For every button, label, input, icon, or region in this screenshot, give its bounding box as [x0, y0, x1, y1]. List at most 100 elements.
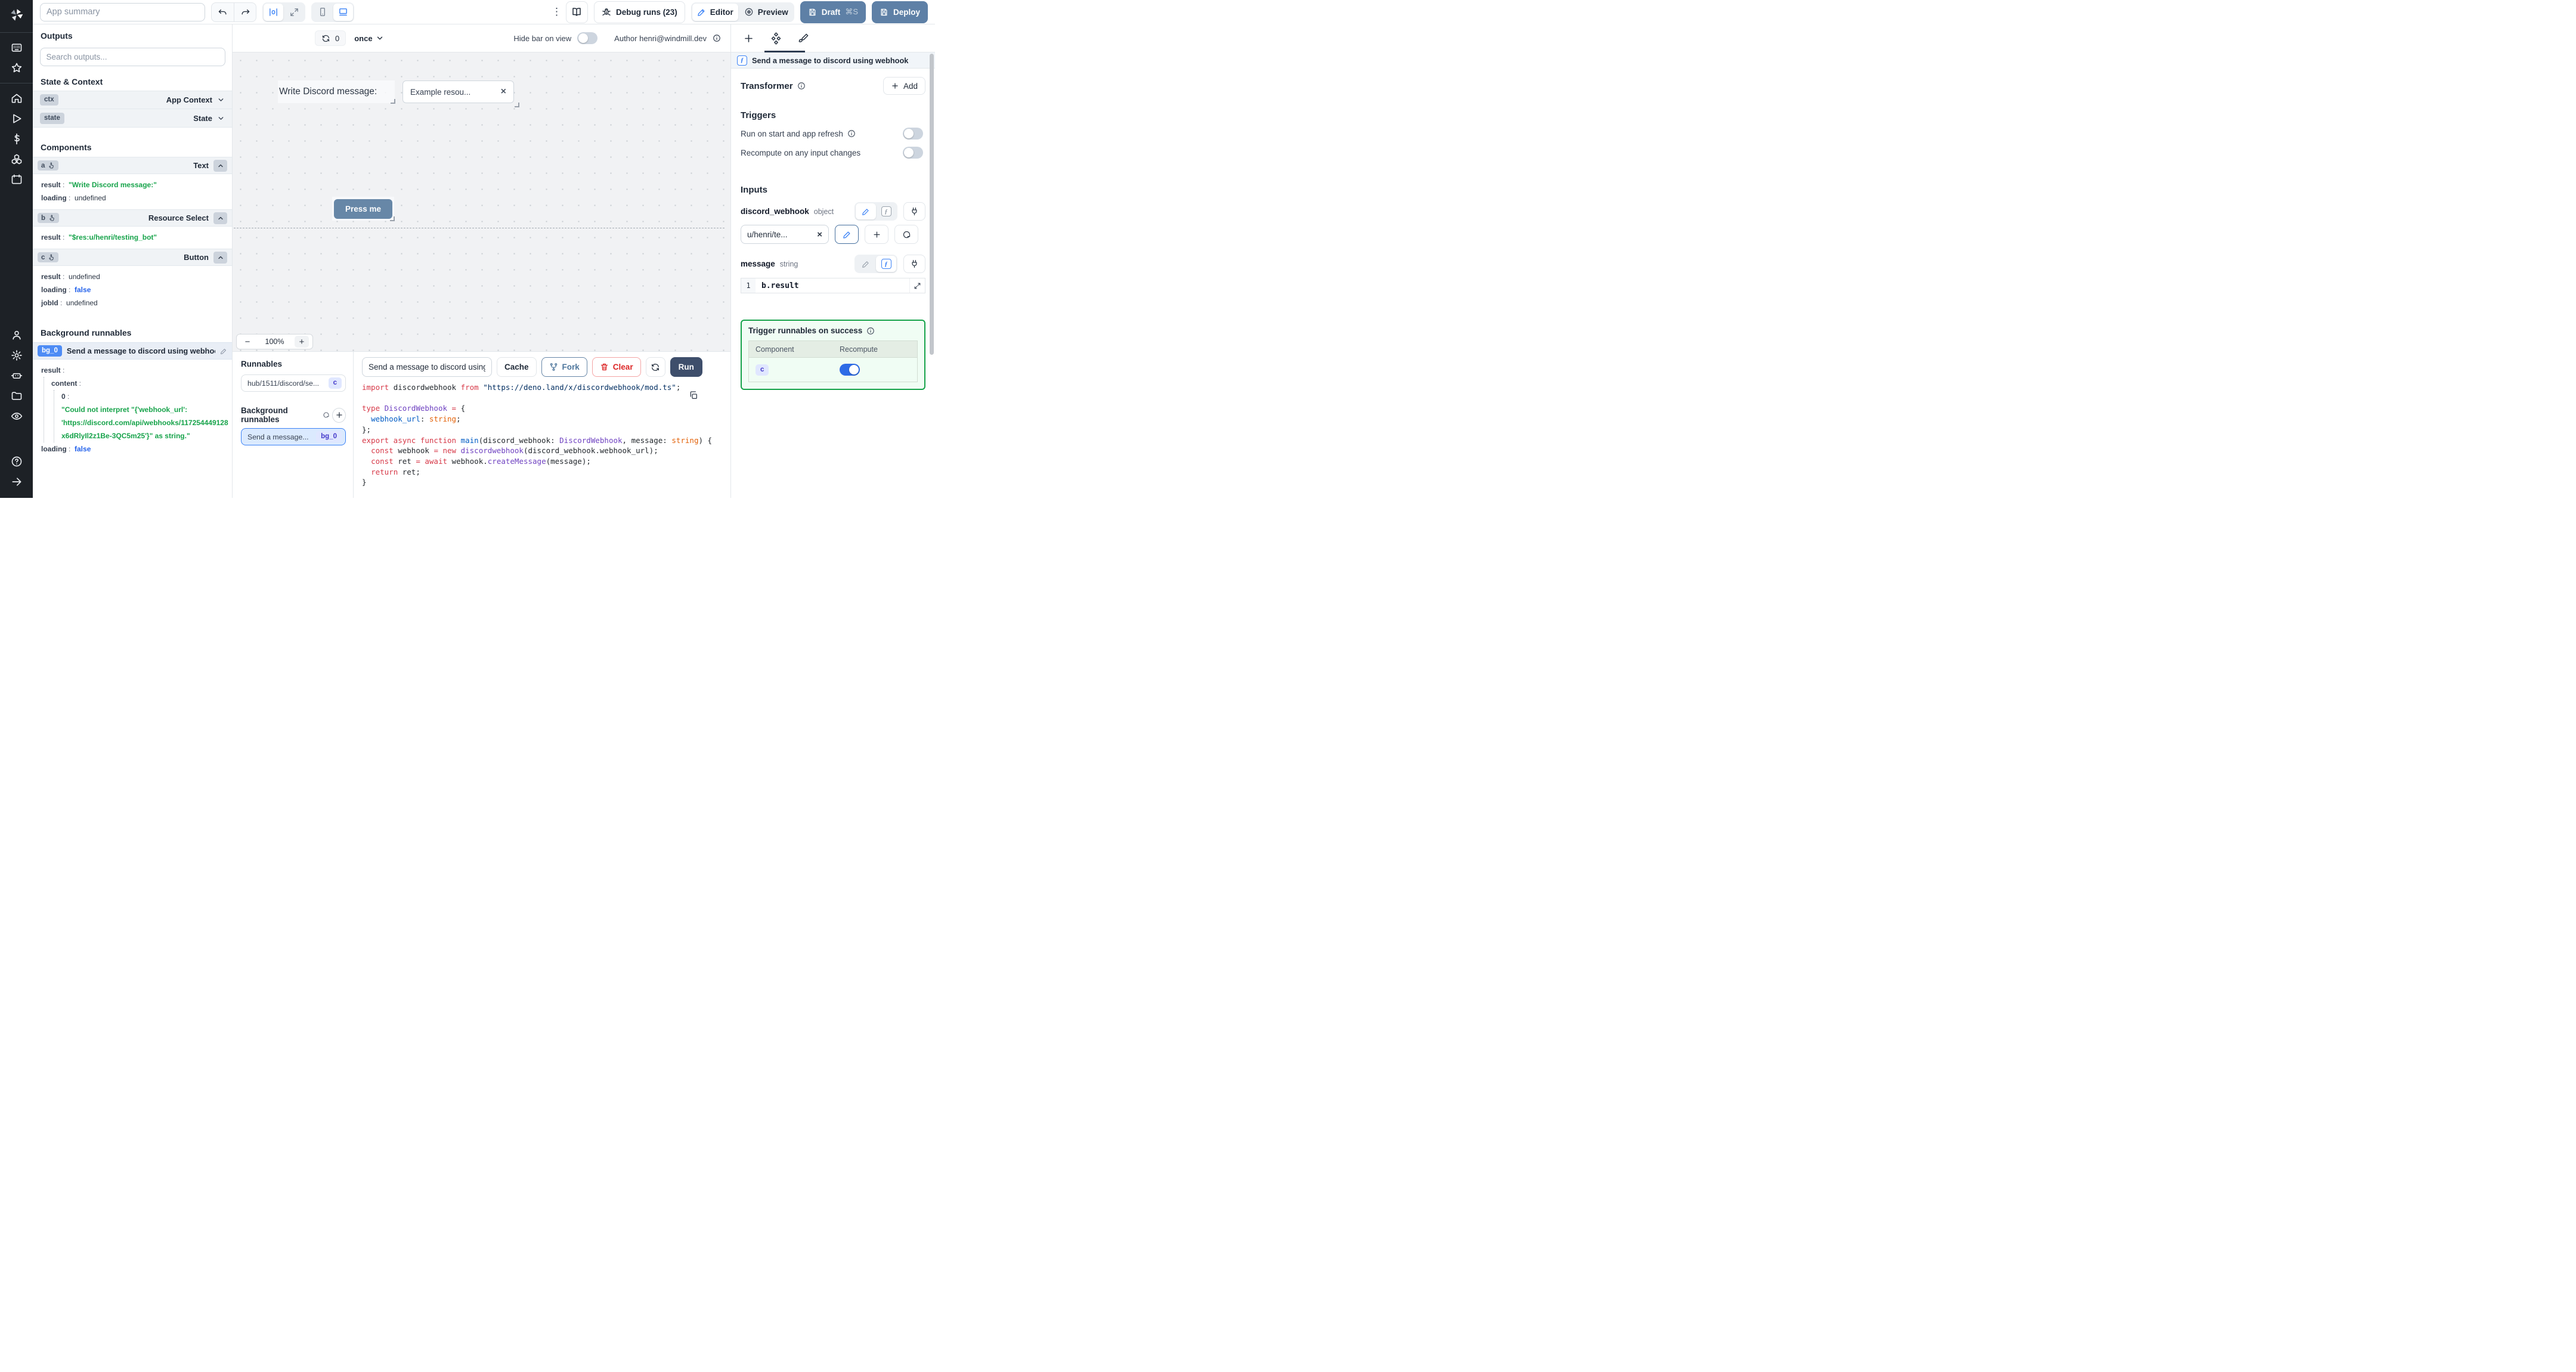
resize-handle[interactable] — [390, 216, 395, 221]
search-outputs-input[interactable] — [39, 48, 225, 66]
redo-button[interactable] — [234, 2, 256, 21]
collapse-c-button[interactable] — [213, 251, 227, 264]
text-component[interactable]: Write Discord message: — [278, 80, 395, 104]
windmill-logo-icon[interactable] — [5, 5, 28, 25]
center-layout-button[interactable] — [264, 3, 283, 21]
button-component[interactable]: Press me — [332, 197, 395, 221]
refresh-mode-dropdown[interactable]: once — [354, 34, 383, 43]
tab-preview[interactable]: Preview — [739, 4, 793, 21]
run-button[interactable]: Run — [670, 357, 702, 377]
component-b-header[interactable]: b Resource Select — [33, 209, 232, 227]
component-c-id[interactable]: c — [38, 252, 59, 262]
add-background-runnable-button[interactable] — [332, 407, 346, 423]
component-b-id[interactable]: b — [38, 213, 60, 223]
script-name-input[interactable] — [362, 357, 492, 377]
expand-editor-icon[interactable] — [909, 278, 925, 293]
cache-button[interactable]: Cache — [497, 357, 537, 377]
eval-fn-mode[interactable]: ƒ — [876, 203, 896, 219]
collapse-arrow-icon[interactable] — [5, 472, 28, 492]
code-editor[interactable]: import discordwebhook from "https://deno… — [362, 382, 723, 488]
tab-component-settings[interactable] — [770, 32, 782, 45]
fork-button[interactable]: Fork — [541, 357, 587, 377]
debug-runs-button[interactable]: Debug runs (23) — [593, 1, 685, 23]
collapse-a-button[interactable] — [213, 159, 227, 172]
add-transformer-button[interactable]: Add — [883, 77, 925, 95]
more-menu-button[interactable]: ⋮ — [552, 6, 562, 18]
clear-selection-icon[interactable]: × — [501, 86, 506, 97]
edit-pencil-icon[interactable] — [220, 348, 227, 355]
reload-script-button[interactable] — [645, 357, 665, 377]
connect-plug-button[interactable] — [903, 255, 925, 273]
hide-bar-toggle[interactable] — [577, 32, 598, 44]
app-canvas[interactable]: Write Discord message: Example resou... … — [233, 52, 730, 351]
workers-robot-icon[interactable] — [5, 366, 28, 386]
runs-icon[interactable] — [5, 109, 28, 129]
help-icon[interactable] — [5, 451, 28, 472]
users-icon[interactable] — [5, 325, 28, 345]
desktop-view-button[interactable] — [333, 3, 353, 21]
clear-button[interactable]: Clear — [592, 357, 641, 377]
apps-icon[interactable] — [5, 38, 28, 58]
tab-insert-component[interactable] — [743, 33, 754, 44]
scrollbar-thumb[interactable] — [930, 54, 934, 355]
resize-handle[interactable] — [515, 103, 519, 107]
info-icon[interactable] — [713, 34, 721, 42]
edit-resource-button[interactable] — [835, 225, 859, 244]
press-me-button[interactable]: Press me — [334, 199, 392, 219]
component-a-header[interactable]: a Text — [33, 157, 232, 174]
bg0-header[interactable]: bg_0 Send a message to discord using web… — [33, 342, 232, 360]
eval-fn-mode[interactable]: ƒ — [876, 256, 896, 272]
static-pencil-mode[interactable] — [856, 203, 876, 219]
app-summary-input[interactable] — [40, 2, 205, 21]
variables-icon[interactable] — [5, 129, 28, 149]
settings-gear-icon[interactable] — [5, 345, 28, 366]
mobile-view-button[interactable] — [312, 4, 332, 21]
refresh-count-button[interactable]: 0 — [315, 30, 346, 46]
home-icon[interactable] — [5, 88, 28, 109]
info-icon[interactable] — [866, 327, 875, 335]
refresh-resource-button[interactable] — [894, 225, 918, 244]
add-resource-button[interactable] — [865, 225, 888, 244]
clear-resource-icon[interactable]: × — [817, 230, 822, 240]
component-a-id[interactable]: a — [38, 160, 59, 171]
info-icon[interactable] — [797, 82, 806, 90]
undo-button[interactable] — [212, 3, 234, 21]
collapse-b-button[interactable] — [213, 212, 227, 224]
key: result — [41, 272, 69, 281]
static-pencil-mode[interactable] — [856, 256, 876, 272]
zoom-out-button[interactable]: − — [240, 336, 255, 348]
zoom-in-button[interactable]: + — [294, 336, 309, 348]
copy-code-icon[interactable] — [689, 391, 698, 402]
favorites-star-icon[interactable] — [5, 58, 28, 78]
resource-picker[interactable]: u/henri/te... × — [741, 225, 829, 244]
message-expression[interactable]: b.result — [756, 278, 909, 293]
resource-select-component[interactable]: Example resou... × — [402, 80, 519, 107]
tab-editor[interactable]: Editor — [692, 3, 738, 21]
refresh-icon — [321, 34, 330, 43]
run-on-start-toggle[interactable] — [903, 128, 923, 140]
resources-icon[interactable] — [5, 149, 28, 169]
info-icon[interactable] — [847, 129, 856, 138]
message-expression-editor[interactable]: 1 b.result — [741, 278, 925, 293]
chevron-down-icon[interactable] — [217, 96, 225, 104]
ctx-row[interactable]: ctx App Context — [33, 91, 232, 109]
docs-book-button[interactable] — [565, 1, 588, 23]
zoom-level: 100% — [265, 337, 284, 346]
draft-button[interactable]: Draft ⌘S — [800, 1, 866, 23]
deploy-button[interactable]: Deploy — [871, 1, 928, 23]
background-runnable-item-selected[interactable]: Send a message... bg_0 — [241, 428, 346, 445]
state-row[interactable]: state State — [33, 109, 232, 128]
audit-eye-icon[interactable] — [5, 406, 28, 426]
resize-handle[interactable] — [391, 99, 395, 104]
fullscreen-layout-button[interactable] — [284, 4, 304, 21]
tab-theme-brush[interactable] — [798, 33, 809, 44]
chevron-down-icon[interactable] — [217, 114, 225, 122]
folders-icon[interactable] — [5, 386, 28, 406]
runnable-item[interactable]: hub/1511/discord/se... c — [241, 374, 346, 392]
component-c-id-label: c — [41, 253, 45, 261]
recompute-on-change-toggle[interactable] — [903, 147, 923, 159]
connect-plug-button[interactable] — [903, 202, 925, 221]
component-c-header[interactable]: c Button — [33, 249, 232, 266]
schedules-calendar-icon[interactable] — [5, 169, 28, 190]
recompute-c-toggle[interactable] — [840, 364, 860, 376]
